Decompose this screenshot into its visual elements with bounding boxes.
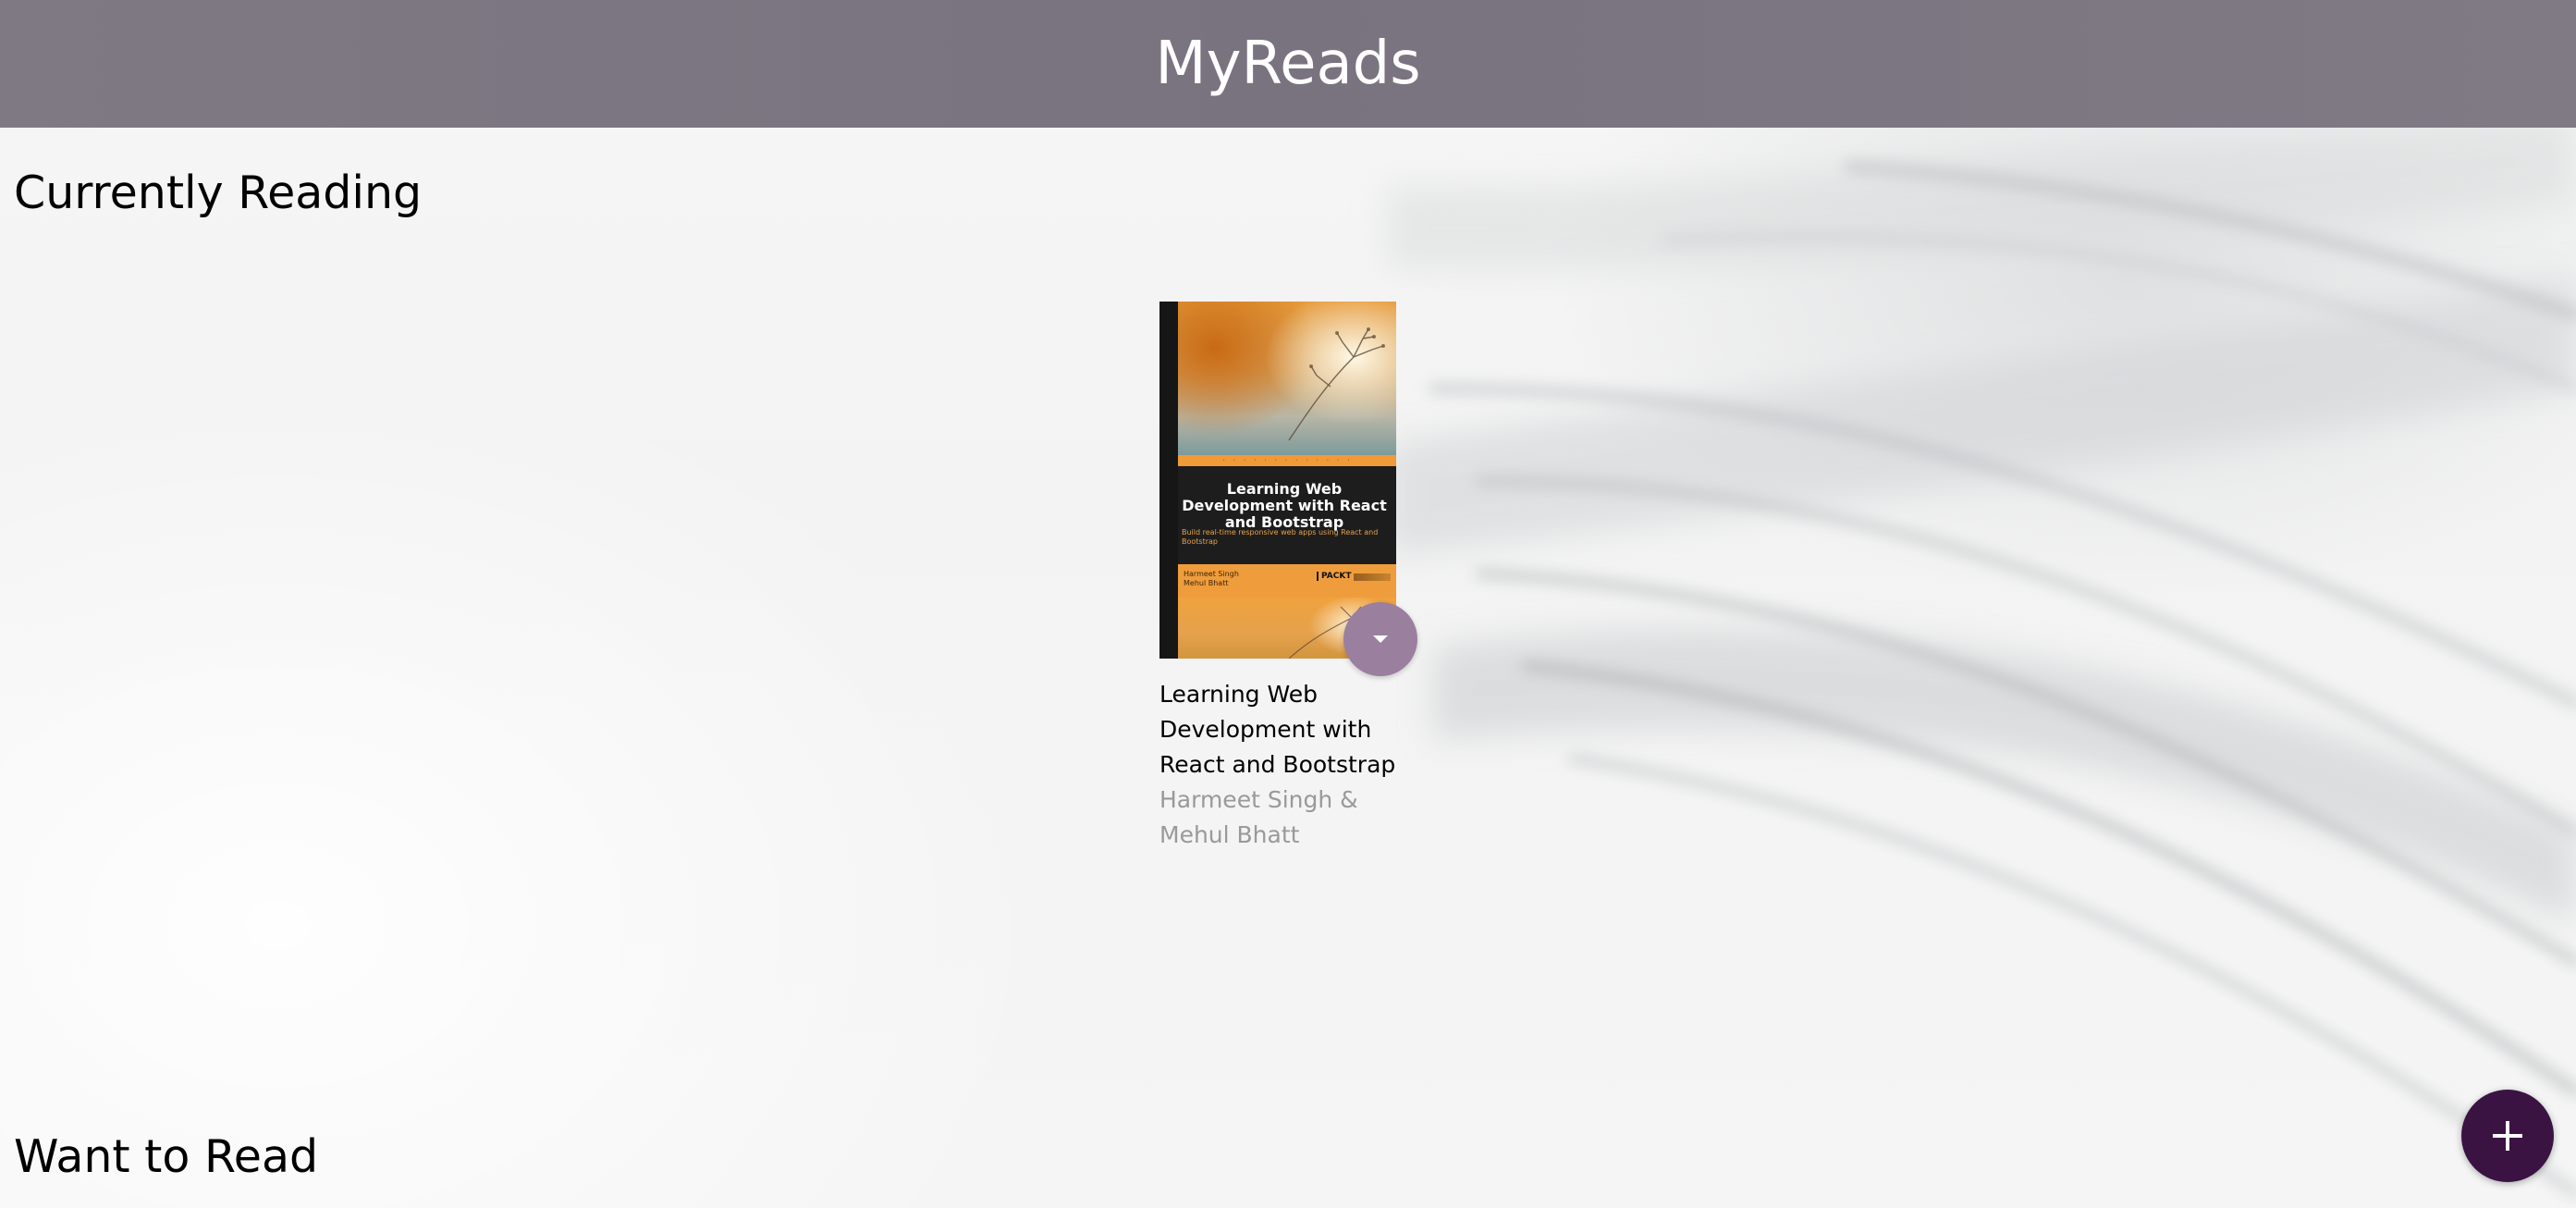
- book-cover[interactable]: · · · · · · · · · · · · · Learning Web D…: [1159, 302, 1396, 659]
- cover-subtitle: Build real-time responsive web apps usin…: [1182, 528, 1379, 546]
- shelf-title-currently-reading: Currently Reading: [14, 166, 423, 219]
- book-card: · · · · · · · · · · · · · Learning Web D…: [1159, 302, 1417, 853]
- publisher-logo: PACKT: [1317, 572, 1351, 581]
- plus-icon: [2493, 1121, 2522, 1151]
- cover-fine-print: [1354, 573, 1391, 581]
- cover-spine: [1159, 302, 1178, 659]
- cover-author-2: Mehul Bhatt: [1184, 579, 1229, 587]
- caret-down-icon: [1373, 635, 1388, 643]
- book-title: Learning Web Development with React and …: [1159, 681, 1396, 778]
- cover-strip: · · · · · · · · · · · · ·: [1178, 455, 1396, 466]
- book-authors: Harmeet Singh & Mehul Bhatt: [1159, 786, 1358, 848]
- cover-authors: Harmeet Singh Mehul Bhatt: [1184, 570, 1239, 588]
- cover-author-band: Harmeet Singh Mehul Bhatt PACKT: [1178, 564, 1396, 598]
- shelf-title-want-to-read: Want to Read: [14, 1130, 319, 1183]
- cover-title: Learning Web Development with React and …: [1182, 480, 1387, 531]
- add-book-button[interactable]: [2461, 1090, 2554, 1182]
- cover-author-1: Harmeet Singh: [1184, 570, 1239, 578]
- app-title: MyReads: [1155, 30, 1421, 98]
- app-header: MyReads: [0, 0, 2576, 128]
- shelf-changer-button[interactable]: [1343, 602, 1417, 676]
- cover-photo: [1178, 302, 1396, 455]
